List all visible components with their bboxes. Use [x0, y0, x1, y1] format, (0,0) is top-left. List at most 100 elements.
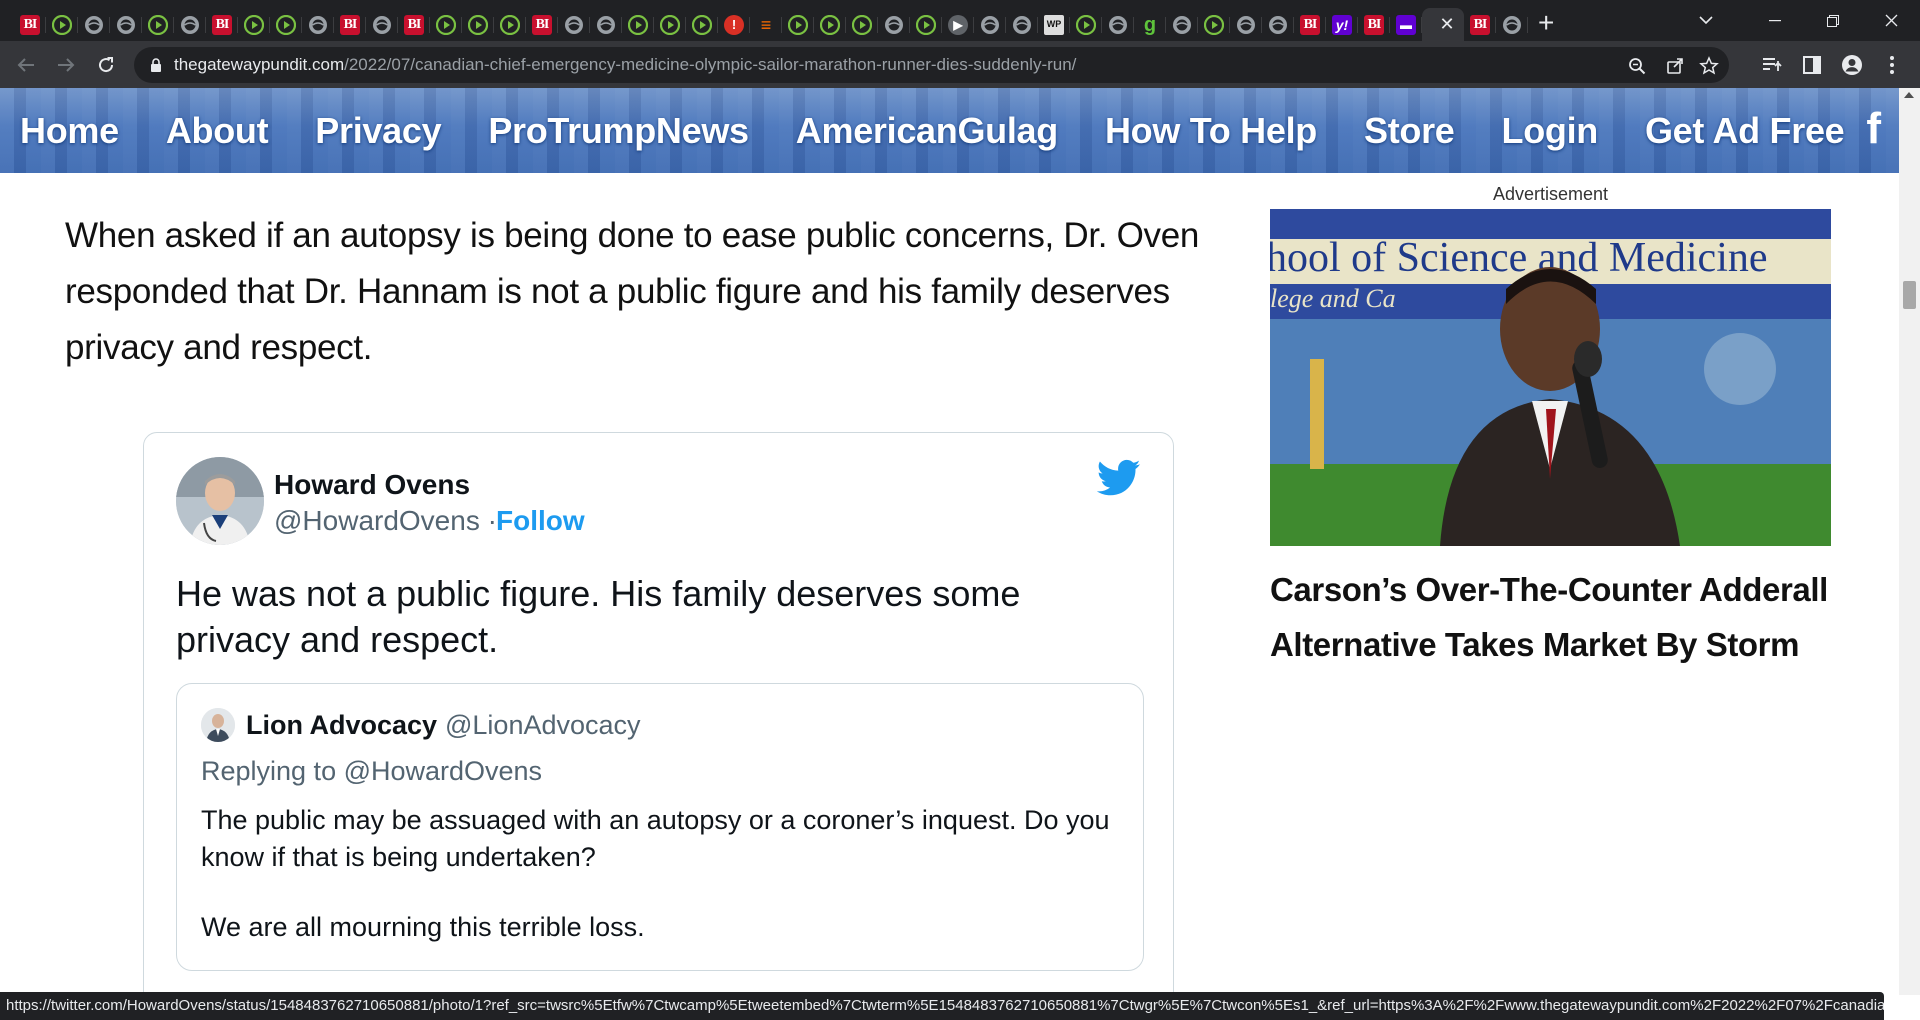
site-nav-link[interactable]: ProTrumpNews	[488, 110, 749, 152]
scroll-up-arrow-icon[interactable]	[1904, 92, 1914, 98]
browser-tab[interactable]	[814, 8, 846, 41]
side-panel-button[interactable]	[1792, 45, 1832, 85]
quoted-tweet[interactable]: Lion Advocacy @LionAdvocacy Replying to …	[176, 683, 1144, 971]
browser-tab[interactable]	[910, 8, 942, 41]
page-scrollbar[interactable]	[1899, 88, 1920, 995]
menu-button[interactable]	[1872, 45, 1912, 85]
browser-tab[interactable]: WP	[1038, 8, 1070, 41]
follow-button[interactable]: Follow	[496, 505, 585, 537]
browser-tab[interactable]: BI	[1358, 8, 1390, 41]
profile-button[interactable]	[1832, 45, 1872, 85]
site-nav-link[interactable]: About	[166, 110, 269, 152]
browser-tab[interactable]: ▬	[1390, 8, 1422, 41]
browser-tab[interactable]	[558, 8, 590, 41]
forward-button[interactable]	[46, 45, 86, 85]
play-favicon-icon	[436, 14, 456, 35]
browser-tab[interactable]	[174, 8, 206, 41]
browser-tab[interactable]	[142, 8, 174, 41]
bookmark-star-button[interactable]	[1697, 54, 1721, 78]
browser-tab[interactable]	[1166, 8, 1198, 41]
browser-tab[interactable]	[366, 8, 398, 41]
browser-tab[interactable]	[1230, 8, 1262, 41]
browser-tab[interactable]	[110, 8, 142, 41]
site-nav-link[interactable]: Home	[20, 110, 119, 152]
globe-favicon-icon	[1012, 15, 1032, 35]
play-favicon-icon	[820, 14, 840, 35]
back-button[interactable]	[6, 45, 46, 85]
browser-tab[interactable]	[430, 8, 462, 41]
browser-tab[interactable]	[1006, 8, 1038, 41]
browser-tab[interactable]: ✕	[1422, 8, 1464, 41]
browser-tab[interactable]: BI	[206, 8, 238, 41]
browser-tab[interactable]	[622, 8, 654, 41]
site-nav-link[interactable]: Privacy	[315, 110, 441, 152]
minimize-button[interactable]	[1746, 0, 1804, 41]
bi-favicon-icon: BI	[404, 14, 424, 35]
browser-tab[interactable]	[654, 8, 686, 41]
browser-tab[interactable]	[462, 8, 494, 41]
browser-tab[interactable]: g	[1134, 8, 1166, 41]
browser-tab[interactable]: BI	[526, 8, 558, 41]
quote-avatar[interactable]	[201, 708, 235, 742]
share-icon	[1667, 58, 1683, 74]
browser-tab[interactable]	[782, 8, 814, 41]
browser-tab[interactable]: !	[718, 8, 750, 41]
site-nav-link[interactable]: How To Help	[1105, 110, 1317, 152]
close-window-button[interactable]	[1862, 0, 1920, 41]
ad-banner-subtext: lege and Ca	[1270, 284, 1396, 313]
browser-tab[interactable]: ≡	[750, 8, 782, 41]
browser-tab[interactable]	[878, 8, 910, 41]
twitter-bird-icon[interactable]	[1097, 459, 1141, 497]
browser-tab[interactable]	[1070, 8, 1102, 41]
reload-button[interactable]	[86, 45, 126, 85]
browser-tab[interactable]	[974, 8, 1006, 41]
scrollbar-thumb[interactable]	[1903, 281, 1916, 309]
browser-tab[interactable]	[78, 8, 110, 41]
ad-headline[interactable]: Carson’s Over-The-Counter Adderall Alter…	[1270, 562, 1850, 672]
browser-tab[interactable]	[1262, 8, 1294, 41]
browser-tab[interactable]: BI	[1294, 8, 1326, 41]
site-nav-link[interactable]: Login	[1502, 110, 1599, 152]
close-icon	[1885, 14, 1897, 27]
browser-tab[interactable]	[1496, 8, 1528, 41]
ad-image[interactable]: hool of Science and Medicine lege and Ca	[1270, 209, 1831, 546]
embedded-tweet[interactable]: Howard Ovens @HowardOvens · Follow He wa…	[143, 432, 1174, 995]
site-nav-link[interactable]: Get Ad Free	[1645, 110, 1845, 152]
browser-tab[interactable]	[238, 8, 270, 41]
browser-tab[interactable]: ▶	[942, 8, 974, 41]
browser-tab[interactable]: y!	[1326, 8, 1358, 41]
restore-button[interactable]	[1804, 0, 1862, 41]
browser-tab[interactable]	[590, 8, 622, 41]
tweet-author-name[interactable]: Howard Ovens	[274, 469, 470, 501]
browser-tab[interactable]	[1198, 8, 1230, 41]
close-tab-icon[interactable]: ✕	[1439, 14, 1454, 35]
chevron-down-icon	[1699, 16, 1713, 25]
browser-tab[interactable]	[46, 8, 78, 41]
share-button[interactable]	[1663, 54, 1687, 78]
globe-favicon-icon	[372, 15, 392, 35]
browser-tab[interactable]: BI	[398, 8, 430, 41]
zoom-button[interactable]	[1625, 54, 1649, 78]
browser-tab[interactable]	[686, 8, 718, 41]
site-nav-link[interactable]: AmericanGulag	[796, 110, 1058, 152]
yahoo-favicon-icon: y!	[1332, 14, 1352, 35]
new-tab-button[interactable]: +	[1538, 8, 1554, 37]
dark-favicon-icon: ▶	[948, 14, 968, 35]
browser-tab[interactable]	[302, 8, 334, 41]
browser-tab[interactable]	[846, 8, 878, 41]
url-text[interactable]: thegatewaypundit.com/2022/07/canadian-ch…	[174, 55, 1076, 75]
bi-favicon-icon: BI	[532, 14, 552, 35]
address-bar[interactable]: thegatewaypundit.com/2022/07/canadian-ch…	[134, 47, 1729, 83]
avatar[interactable]	[176, 457, 264, 545]
reading-list-button[interactable]	[1752, 45, 1792, 85]
tweet-author-handle[interactable]: @HowardOvens ·	[274, 505, 497, 537]
browser-tab[interactable]: BI	[334, 8, 366, 41]
facebook-link[interactable]: f	[1866, 104, 1881, 154]
tab-search-button[interactable]	[1682, 0, 1730, 41]
site-nav-link[interactable]: Store	[1364, 110, 1455, 152]
browser-tab[interactable]: BI	[14, 8, 46, 41]
browser-tab[interactable]	[494, 8, 526, 41]
browser-tab[interactable]: BI	[1464, 8, 1496, 41]
browser-tab[interactable]	[1102, 8, 1134, 41]
browser-tab[interactable]	[270, 8, 302, 41]
